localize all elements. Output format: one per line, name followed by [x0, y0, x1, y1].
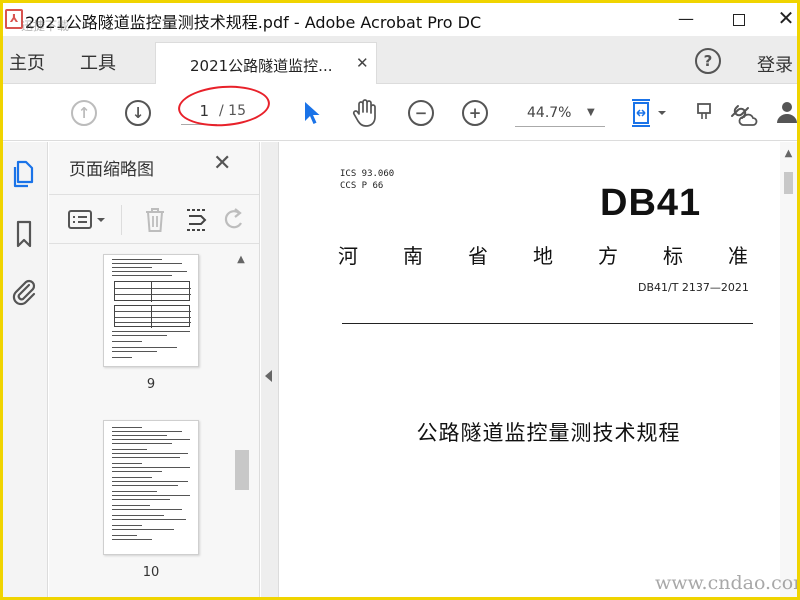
- rotate-pages-button[interactable]: [223, 207, 245, 237]
- thumbnail-tools: [49, 194, 259, 244]
- thumbnails-scrollbar[interactable]: ▲: [233, 254, 249, 597]
- thumbnail-table: [114, 281, 191, 302]
- toolbar-divider: [121, 205, 122, 235]
- classification-codes: ICS 93.060 CCS P 66: [340, 168, 394, 192]
- trash-icon: [146, 208, 164, 232]
- standard-prefix: DB41: [600, 182, 702, 224]
- thumbnail-page-10[interactable]: [103, 420, 199, 555]
- page-number-input[interactable]: 1: [181, 97, 217, 125]
- thumbnail-table-2: [114, 305, 191, 328]
- navigation-rail: [3, 142, 48, 597]
- acrobat-window: ⅄ 2021公路隧道监控量测技术规程.pdf - Adobe Acrobat P…: [3, 3, 797, 597]
- thumbnails-panel-title: 页面缩略图: [69, 160, 154, 180]
- title-bar: ⅄ 2021公路隧道监控量测技术规程.pdf - Adobe Acrobat P…: [3, 3, 797, 36]
- bookmarks-nav-button[interactable]: [10, 218, 40, 250]
- rotate-icon: [224, 208, 242, 229]
- hand-icon: [352, 99, 376, 127]
- bookmark-icon: [16, 220, 32, 248]
- user-icon: [777, 102, 797, 123]
- heading-char: 准: [728, 244, 748, 268]
- heading-char: 河: [338, 244, 358, 268]
- collapse-panel-handle[interactable]: [261, 142, 279, 597]
- ics-code: ICS 93.060: [340, 169, 395, 179]
- page-thumbnails-panel: 页面缩略图 ✕ 9 10 ▲: [49, 142, 260, 597]
- heading-char: 南: [403, 244, 423, 268]
- chevron-down-icon: ▼: [587, 107, 595, 118]
- fit-page-icon: [632, 99, 666, 127]
- tab-home[interactable]: 主页: [9, 49, 45, 75]
- tab-document[interactable]: 2021公路隧道监控... ✕: [155, 42, 377, 84]
- paperclip-icon: [12, 279, 36, 306]
- scroll-up-icon[interactable]: ▲: [780, 148, 797, 159]
- delete-pages-button[interactable]: [143, 206, 167, 238]
- extract-pages-button[interactable]: [183, 206, 211, 238]
- sign-in-button[interactable]: 登录: [757, 51, 793, 77]
- standard-heading: 河 南 省 地 方 标 准: [338, 240, 748, 269]
- document-tab-label: 2021公路隧道监控...: [190, 57, 333, 75]
- minimize-button[interactable]: —: [663, 3, 709, 36]
- close-tab-icon[interactable]: ✕: [356, 54, 369, 72]
- zoom-out-button[interactable]: −: [406, 85, 436, 141]
- extract-pages-icon: [187, 209, 207, 231]
- tab-bar: 主页 工具 2021公路隧道监控... ✕ ? 登录: [3, 36, 797, 84]
- cursor-arrow-icon: [305, 102, 320, 124]
- link-cloud-icon: [731, 105, 758, 126]
- thumbnail-page-number: 9: [146, 377, 156, 392]
- page-total: / 15: [219, 103, 246, 119]
- hand-tool-button[interactable]: [349, 85, 381, 141]
- comment-tool-button[interactable]: [693, 85, 713, 141]
- thumbnail-page-number: 10: [142, 565, 160, 580]
- scrollbar-thumb[interactable]: [784, 172, 793, 194]
- heading-char: 方: [598, 244, 618, 268]
- help-icon[interactable]: ?: [695, 48, 721, 74]
- zoom-level-select[interactable]: 44.7% ▼: [515, 99, 605, 127]
- share-link-button[interactable]: [725, 85, 759, 141]
- arrow-up-icon: ↑: [71, 100, 97, 126]
- document-title: 公路隧道监控量测技术规程: [416, 421, 681, 445]
- scrollbar-thumb[interactable]: [235, 450, 249, 490]
- document-scrollbar[interactable]: ▲: [780, 142, 797, 597]
- attachments-nav-button[interactable]: [10, 276, 40, 308]
- document-view: ICS 93.060 CCS P 66 DB41 河 南 省 地 方 标 准 D…: [280, 142, 797, 597]
- ccs-code: CCS P 66: [340, 181, 384, 191]
- minus-icon: −: [408, 100, 434, 126]
- toolbar: ↑ ↓ 1 / 15 − + 44.7% ▼: [3, 85, 797, 141]
- zoom-in-button[interactable]: +: [460, 85, 490, 141]
- site-watermark-top: 迅捷下载: [21, 19, 70, 33]
- plus-icon: +: [462, 100, 488, 126]
- page-thumbnails-nav-button[interactable]: [10, 158, 40, 190]
- account-button[interactable]: [775, 85, 797, 141]
- thumbnail-page-9[interactable]: [103, 254, 199, 367]
- zoom-level-value: 44.7%: [527, 105, 572, 121]
- heading-char: 标: [663, 244, 683, 268]
- next-page-button[interactable]: ↓: [123, 85, 153, 141]
- options-menu-icon: [68, 210, 105, 229]
- close-window-button[interactable]: ✕: [763, 3, 797, 36]
- page-thumbnails-icon: [13, 160, 34, 188]
- standard-number: DB41/T 2137—2021: [638, 281, 749, 294]
- window-title: 2021公路隧道监控量测技术规程.pdf - Adobe Acrobat Pro…: [25, 13, 482, 32]
- heading-char: 地: [533, 244, 553, 268]
- chevron-left-icon: [265, 370, 272, 382]
- site-watermark: www.cndao.com: [655, 572, 797, 594]
- scroll-up-icon[interactable]: ▲: [233, 254, 249, 270]
- thumbnail-options-button[interactable]: [67, 207, 111, 237]
- comment-icon: [697, 103, 711, 119]
- page-fit-button[interactable]: [627, 85, 673, 141]
- arrow-down-icon: ↓: [125, 100, 151, 126]
- tab-tools[interactable]: 工具: [80, 49, 116, 75]
- close-panel-icon[interactable]: ✕: [213, 151, 231, 176]
- previous-page-button[interactable]: ↑: [69, 85, 99, 141]
- select-tool-button[interactable]: [299, 85, 325, 141]
- maximize-button[interactable]: [716, 3, 762, 36]
- heading-char: 省: [468, 244, 488, 268]
- header-rule: [342, 323, 753, 324]
